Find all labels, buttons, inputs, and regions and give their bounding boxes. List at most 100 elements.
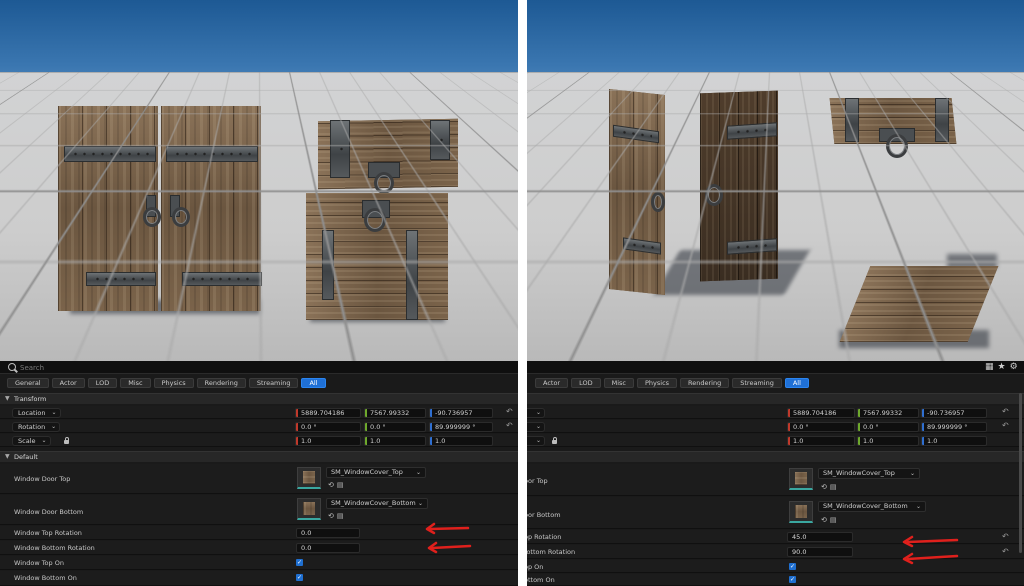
section-title: Default (14, 453, 38, 461)
rotation-z-field[interactable]: 89.999999 ° (429, 422, 493, 432)
checkbox-icon[interactable]: ✓ (296, 559, 303, 566)
rotation-y-field[interactable]: 0.0 ° (857, 422, 919, 432)
red-arrow-annotation (424, 521, 470, 535)
location-z-field[interactable]: -90.736957 (921, 408, 987, 418)
scale-row: Scale ⌄ 1.0 1.0 1.0 (0, 434, 518, 447)
lock-icon[interactable] (64, 440, 69, 444)
rotation-dropdown[interactable]: Rotation ⌄ (12, 422, 60, 432)
rotation-z-field[interactable]: 89.999999 ° (921, 422, 987, 432)
search-input[interactable] (20, 362, 460, 373)
asset-picker-top[interactable]: SM_WindowCover_Top ⌄ (326, 467, 426, 478)
rotation-dropdown[interactable]: ⌄ (527, 422, 545, 432)
bottom-rotation-field[interactable]: 0.0 (296, 543, 360, 553)
folder-icon[interactable]: ▤ (337, 481, 344, 489)
location-y-field[interactable]: 7567.99332 (857, 408, 919, 418)
section-transform[interactable] (527, 393, 1024, 404)
bottom-rotation-field[interactable]: 90.0 (787, 547, 853, 557)
window-bottom-on-row: ottom On ✓ (527, 574, 1024, 586)
grid-icon[interactable]: ▦ (985, 362, 994, 373)
asset-picker-top[interactable]: SM_WindowCover_Top ⌄ (818, 468, 920, 479)
asset-name: SM_WindowCover_Bottom (823, 502, 908, 510)
red-arrow-annotation (901, 551, 959, 565)
reset-arrow-icon[interactable]: ↶ (506, 407, 513, 416)
location-y-field[interactable]: 7567.99332 (364, 408, 426, 418)
folder-icon[interactable]: ▤ (337, 512, 344, 520)
tab-actor[interactable]: Actor (535, 378, 568, 388)
tab-rendering[interactable]: Rendering (680, 378, 729, 388)
reset-arrow-icon[interactable]: ↶ (1002, 547, 1009, 556)
chevron-down-icon: ⌄ (51, 423, 56, 431)
top-rotation-field[interactable]: 45.0 (787, 532, 853, 542)
lock-icon[interactable] (552, 440, 557, 444)
tab-physics[interactable]: Physics (637, 378, 677, 388)
browse-icon[interactable]: ⟲ (328, 481, 334, 489)
section-default[interactable]: ▼ Default (0, 451, 518, 462)
checkbox-icon[interactable]: ✓ (296, 574, 303, 581)
location-x-field[interactable]: 5889.704186 (295, 408, 361, 418)
asset-thumbnail-bottom[interactable] (297, 498, 321, 520)
tab-streaming[interactable]: Streaming (249, 378, 299, 388)
reset-arrow-icon[interactable]: ↶ (1002, 407, 1009, 416)
chevron-down-icon: ⌄ (910, 469, 915, 478)
tab-lod[interactable]: LOD (571, 378, 601, 388)
chevron-down-icon: ⌄ (536, 423, 541, 431)
chevron-down-icon: ⌄ (418, 499, 423, 508)
scale-x-field[interactable]: 1.0 (295, 436, 361, 446)
location-x-field[interactable]: 5889.704186 (787, 408, 855, 418)
tab-misc[interactable]: Misc (604, 378, 634, 388)
scale-y-field[interactable]: 1.0 (364, 436, 426, 446)
tab-rendering[interactable]: Rendering (197, 378, 246, 388)
scale-x-field[interactable]: 1.0 (787, 436, 855, 446)
scale-z-field[interactable]: 1.0 (429, 436, 493, 446)
tab-general[interactable]: General (7, 378, 49, 388)
asset-thumbnail-bottom[interactable] (789, 501, 813, 523)
window-bottom-on-row: Window Bottom On ✓ (0, 571, 518, 586)
scale-dropdown[interactable]: ⌄ (527, 436, 545, 446)
location-dropdown[interactable]: Location ⌄ (12, 408, 61, 418)
search-icon (8, 363, 16, 371)
folder-icon[interactable]: ▤ (830, 483, 837, 491)
scale-y-field[interactable]: 1.0 (857, 436, 919, 446)
tab-actor[interactable]: Actor (52, 378, 85, 388)
window-door-bottom-label: Window Door Bottom (14, 508, 83, 516)
asset-thumbnail-top[interactable] (297, 467, 321, 489)
tab-streaming[interactable]: Streaming (732, 378, 782, 388)
rotation-row: Rotation ⌄ 0.0 ° 0.0 ° 89.999999 ° ↶ (0, 420, 518, 433)
browse-icon[interactable]: ⟲ (328, 512, 334, 520)
scale-z-field[interactable]: 1.0 (921, 436, 987, 446)
window-bottom-rotation-label: Window Bottom Rotation (14, 544, 95, 552)
location-z-field[interactable]: -90.736957 (429, 408, 493, 418)
checkbox-icon[interactable]: ✓ (789, 563, 796, 570)
tab-all[interactable]: All (785, 378, 809, 388)
tab-all[interactable]: All (301, 378, 325, 388)
rotation-y-field[interactable]: 0.0 ° (364, 422, 426, 432)
rotation-label: Rotation (18, 423, 45, 431)
star-icon[interactable]: ★ (998, 362, 1006, 373)
section-transform[interactable]: ▼ Transform (0, 393, 518, 404)
asset-picker-bottom[interactable]: SM_WindowCover_Bottom ⌄ (326, 498, 428, 509)
asset-thumbnail-top[interactable] (789, 468, 813, 490)
checkbox-icon[interactable]: ✓ (789, 576, 796, 583)
reset-arrow-icon[interactable]: ↶ (506, 421, 513, 430)
gear-icon[interactable]: ⚙ (1010, 362, 1018, 373)
reset-arrow-icon[interactable]: ↶ (1002, 421, 1009, 430)
viewport-left[interactable] (0, 0, 518, 361)
rotation-x-field[interactable]: 0.0 ° (295, 422, 361, 432)
section-default[interactable] (527, 451, 1024, 462)
asset-picker-bottom[interactable]: SM_WindowCover_Bottom ⌄ (818, 501, 926, 512)
browse-icon[interactable]: ⟲ (821, 483, 827, 491)
tab-physics[interactable]: Physics (154, 378, 194, 388)
scale-dropdown[interactable]: Scale ⌄ (12, 436, 51, 446)
top-rotation-field[interactable]: 0.0 (296, 528, 360, 538)
tab-misc[interactable]: Misc (120, 378, 150, 388)
folder-icon[interactable]: ▤ (830, 516, 837, 524)
chevron-down-icon: ⌄ (536, 409, 541, 417)
reset-arrow-icon[interactable]: ↶ (1002, 532, 1009, 541)
location-dropdown[interactable]: ⌄ (527, 408, 545, 418)
browse-icon[interactable]: ⟲ (821, 516, 827, 524)
rotation-x-field[interactable]: 0.0 ° (787, 422, 855, 432)
location-label: Location (18, 409, 46, 417)
viewport-right[interactable] (527, 0, 1024, 361)
tab-lod[interactable]: LOD (88, 378, 118, 388)
panel-scrollbar[interactable] (1019, 393, 1022, 553)
